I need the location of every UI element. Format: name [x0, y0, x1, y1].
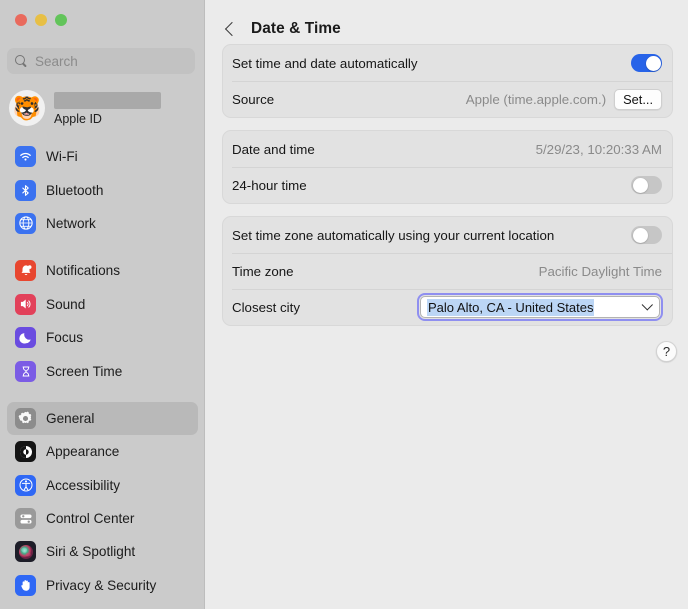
- row-label: Date and time: [232, 141, 315, 157]
- sidebar-item-general[interactable]: General: [7, 401, 198, 436]
- row-time-zone: Time zone Pacific Daylight Time: [223, 253, 672, 289]
- sidebar-item-label: Screen Time: [46, 363, 123, 379]
- row-date-and-time: Date and time 5/29/23, 10:20:33 AM: [223, 131, 672, 167]
- toggle-knob: [645, 55, 661, 71]
- row-source[interactable]: Source Apple (time.apple.com.) Set...: [223, 81, 672, 117]
- chevron-left-icon[interactable]: [225, 20, 237, 38]
- sidebar-item-wi-fi[interactable]: Wi-Fi: [7, 140, 198, 173]
- sidebar-item-label: Wi-Fi: [46, 149, 78, 165]
- sidebar-item-label: Control Center: [46, 511, 135, 527]
- sidebar-item-label: Network: [46, 215, 96, 231]
- sidebar-item-label: Privacy & Security: [46, 577, 157, 593]
- sidebar-item-network[interactable]: Network: [7, 207, 198, 240]
- apple-id-label: Apple ID: [54, 112, 102, 126]
- sidebar-item-siri-spotlight[interactable]: Siri & Spotlight: [7, 535, 198, 568]
- sidebar-item-focus[interactable]: Focus: [7, 321, 198, 354]
- toggle-knob: [632, 177, 648, 193]
- settings-card: Set time zone automatically using your c…: [222, 216, 673, 326]
- sidebar-item-appearance[interactable]: Appearance: [7, 435, 198, 468]
- hand-icon: [15, 574, 36, 596]
- row-label: Source: [232, 91, 275, 107]
- sidebar-item-label: Accessibility: [46, 477, 121, 493]
- chevron-down-icon[interactable]: [644, 297, 652, 317]
- sidebar-item-label: Sound: [46, 296, 86, 312]
- avatar: 🐯: [9, 90, 45, 126]
- combobox-value: Palo Alto, CA - United States: [427, 298, 595, 316]
- row-label: Set time zone automatically using your c…: [232, 227, 555, 243]
- settings-card: Set time and date automatically Source App…: [222, 44, 673, 118]
- content-header: Date & Time: [205, 0, 688, 44]
- search-input[interactable]: Search: [7, 48, 195, 74]
- closest-city-combobox[interactable]: Palo Alto, CA - United States: [417, 293, 663, 321]
- row-closest-city[interactable]: Closest city Palo Alto, CA - United State…: [223, 289, 672, 325]
- settings-window: Search 🐯 Apple ID Wi-Fi Bluetooth Network N…: [0, 0, 688, 609]
- content-pane: Date & Time Set time and date automatica…: [205, 0, 688, 609]
- speaker-icon: [15, 293, 36, 315]
- sidebar-group: Notifications Sound Focus Screen Time: [0, 254, 204, 388]
- globe-icon: [15, 212, 36, 234]
- close-button[interactable]: [15, 14, 27, 26]
- sidebar-item-label: Focus: [46, 330, 84, 346]
- row-label: Time zone: [232, 263, 294, 279]
- row-24-hour-time[interactable]: 24-hour time: [223, 167, 672, 203]
- toggle-knob: [632, 227, 648, 243]
- sidebar-item-label: General: [46, 410, 95, 426]
- row-value: Apple (time.apple.com.): [465, 91, 607, 107]
- toggle-set-time-and-date-automatically[interactable]: [631, 54, 662, 72]
- apple-id-row[interactable]: 🐯 Apple ID: [9, 86, 197, 130]
- sidebar-nav: Wi-Fi Bluetooth Network Notifications Sound F…: [0, 140, 204, 602]
- bluetooth-icon: [15, 179, 36, 201]
- row-set-time-zone-automatically-using-your-current-location[interactable]: Set time zone automatically using your c…: [223, 217, 672, 253]
- traffic-lights: [15, 14, 67, 26]
- bell-icon: [15, 260, 36, 282]
- set-source-button[interactable]: Set...: [614, 88, 662, 110]
- toggle-set-time-zone-automatically-using-your-current-location[interactable]: [631, 226, 662, 244]
- search-icon: [15, 54, 28, 68]
- accessibility-icon: [15, 474, 36, 496]
- row-label: Set time and date automatically: [232, 55, 418, 71]
- moon-icon: [15, 327, 36, 349]
- wifi-icon: [15, 146, 36, 168]
- sidebar-item-label: Bluetooth: [46, 182, 104, 198]
- sidebar-group: Wi-Fi Bluetooth Network: [0, 140, 204, 240]
- row-value: Pacific Daylight Time: [538, 263, 662, 279]
- account-name-redacted: [54, 92, 161, 109]
- sidebar: Search 🐯 Apple ID Wi-Fi Bluetooth Network N…: [0, 0, 205, 609]
- zoom-button[interactable]: [55, 14, 67, 26]
- sidebar-item-screen-time[interactable]: Screen Time: [7, 354, 198, 387]
- hourglass-icon: [15, 360, 36, 382]
- sidebar-group-separator: [0, 388, 204, 402]
- sidebar-item-label: Appearance: [46, 444, 120, 460]
- row-set-time-and-date-automatically[interactable]: Set time and date automatically: [223, 45, 672, 81]
- page-title: Date & Time: [251, 19, 341, 37]
- combobox-field[interactable]: Palo Alto, CA - United States: [420, 296, 660, 318]
- sliders-icon: [15, 508, 36, 530]
- sidebar-item-label: Siri & Spotlight: [46, 544, 136, 560]
- settings-cards: Set time and date automatically Source App…: [205, 44, 688, 326]
- minimize-button[interactable]: [35, 14, 47, 26]
- sidebar-item-notifications[interactable]: Notifications: [7, 254, 198, 287]
- settings-card: Date and time 5/29/23, 10:20:33 AM 24-hour…: [222, 130, 673, 204]
- sidebar-item-bluetooth[interactable]: Bluetooth: [7, 173, 198, 206]
- contrast-icon: [15, 441, 36, 463]
- sidebar-group: General Appearance Accessibility Control Ce…: [0, 401, 204, 602]
- sidebar-item-privacy-security[interactable]: Privacy & Security: [7, 569, 198, 602]
- gear-icon: [15, 407, 36, 429]
- sidebar-item-accessibility[interactable]: Accessibility: [7, 469, 198, 502]
- help-button[interactable]: ?: [656, 341, 677, 362]
- siri-orb-icon: [15, 541, 36, 563]
- sidebar-item-control-center[interactable]: Control Center: [7, 502, 198, 535]
- row-label: 24-hour time: [232, 177, 307, 193]
- sidebar-item-sound[interactable]: Sound: [7, 288, 198, 321]
- row-value: 5/29/23, 10:20:33 AM: [535, 141, 662, 157]
- account-text: Apple ID: [54, 90, 161, 126]
- sidebar-item-label: Notifications: [46, 263, 121, 279]
- search-placeholder: Search: [35, 53, 78, 69]
- sidebar-group-separator: [0, 240, 204, 254]
- row-label: Closest city: [232, 299, 300, 315]
- toggle-24-hour-time[interactable]: [631, 176, 662, 194]
